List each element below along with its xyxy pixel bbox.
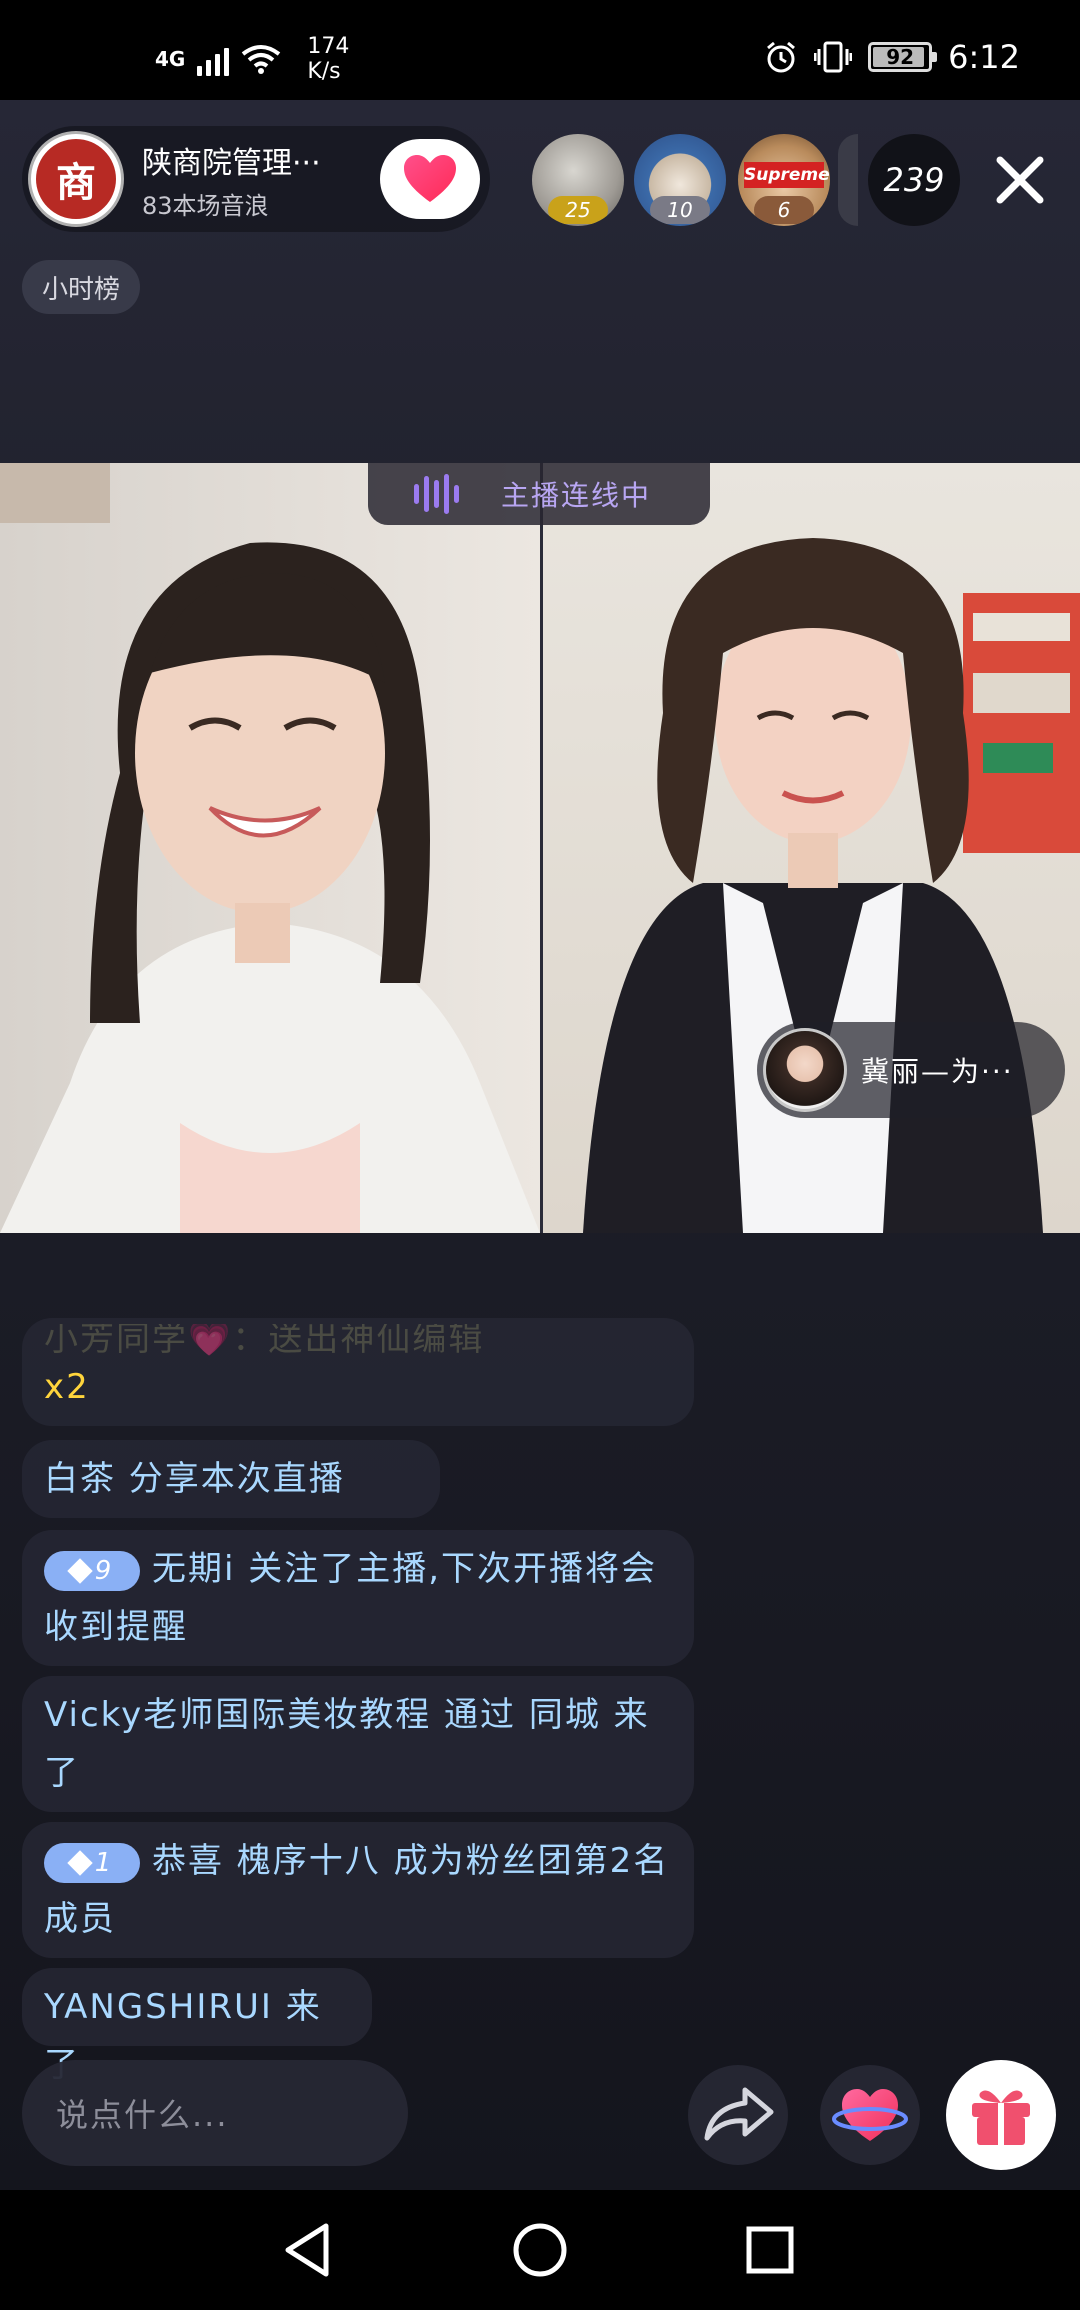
battery-level: 92 xyxy=(886,45,915,69)
heart-planet-icon xyxy=(832,2089,908,2141)
audio-wave-icon xyxy=(414,474,459,514)
anchor-sound-waves: 83本场音浪 xyxy=(142,191,269,220)
gift-button[interactable] xyxy=(946,2060,1056,2170)
guest-avatar[interactable] xyxy=(763,1028,847,1112)
viewer-rank-badge: 25 xyxy=(548,196,608,224)
chat-message: 9 无期i 关注了主播,下次开播将会收到提醒 xyxy=(22,1530,694,1666)
chat-message-count: x2 xyxy=(44,1367,90,1407)
back-button[interactable] xyxy=(276,2218,340,2282)
guest-info[interactable]: 冀丽—为··· xyxy=(757,1022,1065,1118)
diamond-icon xyxy=(66,1557,93,1584)
viewer-rank-badge: 10 xyxy=(650,196,710,224)
connecting-label: 主播连线中 xyxy=(501,479,652,512)
heart-icon xyxy=(404,155,456,202)
anchor-name: 陕商院管理··· xyxy=(142,145,321,181)
home-button[interactable] xyxy=(508,2218,572,2282)
anchor-logo: 商 xyxy=(36,139,116,219)
chat-message: YANGSHIRUI 来了 xyxy=(22,1968,372,2085)
anchor-info[interactable]: 商 陕商院管理··· 83本场音浪 xyxy=(22,126,490,232)
close-icon[interactable] xyxy=(990,150,1050,210)
network-type: 4G xyxy=(155,47,186,71)
recents-button[interactable] xyxy=(738,2218,802,2282)
hourly-rank-button[interactable]: 小时榜 xyxy=(22,260,141,314)
viewer-count[interactable]: 239 xyxy=(868,134,960,226)
anchor-video[interactable] xyxy=(0,463,540,1233)
recents-icon xyxy=(746,2226,794,2274)
level-badge: 1 xyxy=(44,1842,140,1883)
share-button[interactable] xyxy=(688,2065,788,2165)
anchor-avatar[interactable]: 商 xyxy=(28,131,124,227)
share-icon xyxy=(704,2087,774,2141)
viewer-rank-badge: 6 xyxy=(754,196,814,224)
signal-icon xyxy=(197,42,230,76)
speed-value: 174 xyxy=(307,34,350,59)
back-icon xyxy=(285,2223,329,2277)
anchor-video-frame xyxy=(0,463,540,1233)
wifi-icon xyxy=(242,45,281,74)
navigation-bar xyxy=(0,2190,1080,2310)
level-number: 1 xyxy=(94,1847,114,1878)
chat-message: 1 恭喜 槐序十八 成为粉丝团第2名成员 xyxy=(22,1822,694,1958)
status-bar: 4G 174 K/s 92 6:12 xyxy=(0,0,1080,100)
home-icon xyxy=(513,2223,567,2277)
vibrate-icon xyxy=(814,41,853,73)
comment-input[interactable]: 说点什么... xyxy=(22,2060,408,2166)
gift-icon xyxy=(972,2090,1030,2145)
speed-unit: K/s xyxy=(307,59,341,84)
viewer-avatar-3[interactable]: Supreme 6 xyxy=(738,134,830,226)
chat-message-text: Vicky老师国际美妆教程 通过 同城 来了 xyxy=(44,1695,650,1793)
chat-message-text: 小芳同学💗：送出神仙编辑 xyxy=(44,1324,485,1358)
status-left: 4G 174 K/s xyxy=(155,34,349,84)
connecting-tag: 主播连线中 xyxy=(368,463,710,525)
level-number: 9 xyxy=(94,1555,114,1586)
chat-message-text: 白茶 分享本次直播 xyxy=(44,1459,345,1499)
level-badge: 9 xyxy=(44,1550,140,1591)
follow-button[interactable] xyxy=(380,139,480,219)
battery-icon: 92 xyxy=(868,42,938,72)
viewer-avatar-partial xyxy=(838,134,858,226)
viewer-avatar-1[interactable]: 25 xyxy=(532,134,624,226)
like-button[interactable] xyxy=(820,2065,920,2165)
network-speed: 174 K/s xyxy=(307,34,349,84)
chat-message: 小芳同学💗：送出神仙编辑 x2 xyxy=(22,1318,694,1426)
alarm-icon xyxy=(767,41,796,73)
chat-message: 白茶 分享本次直播 xyxy=(22,1440,440,1518)
guest-name: 冀丽—为··· xyxy=(861,1055,1014,1088)
diamond-icon xyxy=(66,1849,93,1876)
status-right: 92 6:12 xyxy=(764,38,1020,76)
chat-message: Vicky老师国际美妆教程 通过 同城 来了 xyxy=(22,1676,694,1812)
viewer-avatar-2[interactable]: 10 xyxy=(634,134,726,226)
viewer-avatar-logo: Supreme xyxy=(744,162,830,188)
clock: 6:12 xyxy=(948,38,1020,76)
